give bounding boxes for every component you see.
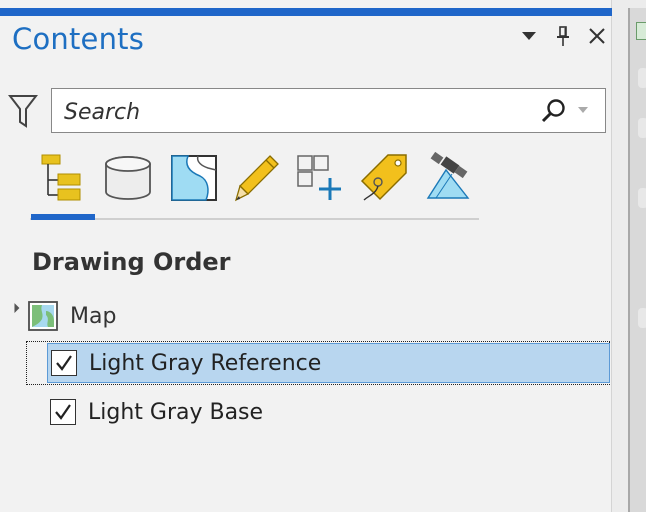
map-view-edge: [612, 0, 646, 512]
tab-bar-divider: [30, 218, 479, 220]
map-icon: [28, 301, 58, 331]
pane-title-controls: [518, 24, 610, 48]
checkmark-icon: [56, 355, 72, 371]
map-feature: [638, 308, 646, 328]
layer-label: Light Gray Base: [88, 400, 264, 425]
map-feature: [638, 118, 646, 138]
layer-visibility-checkbox[interactable]: [50, 399, 76, 425]
tab-list-by-selection[interactable]: [166, 150, 222, 206]
contents-pane: Contents Search Drawing Order Map Light …: [0, 0, 612, 512]
pane-accent-bar: [0, 8, 612, 16]
contents-tab-bar: [30, 150, 480, 220]
list-by-labeling-icon: [360, 154, 407, 201]
list-by-perspective-imagery-icon: [426, 152, 470, 199]
tab-list-by-drawing-order[interactable]: [32, 150, 88, 206]
list-by-drawing-order-icon: [41, 154, 81, 201]
map-expand-toggle-icon[interactable]: [4, 303, 20, 318]
tree-item-map[interactable]: Map: [28, 300, 116, 332]
pin-button[interactable]: [552, 24, 574, 48]
pane-title: Contents: [12, 22, 145, 56]
filter-button[interactable]: [7, 94, 39, 128]
map-feature: [638, 188, 646, 208]
list-by-editing-icon: [234, 155, 279, 202]
section-title: Drawing Order: [32, 248, 231, 276]
list-by-selection-icon: [171, 155, 217, 201]
layer-visibility-checkbox[interactable]: [51, 350, 77, 376]
map-view-partial: [628, 8, 646, 512]
close-icon: [589, 28, 605, 44]
tab-list-by-data-source[interactable]: [100, 150, 156, 206]
pane-options-button[interactable]: [518, 24, 540, 48]
search-options-dropdown[interactable]: [578, 107, 588, 113]
checkmark-icon: [55, 404, 71, 420]
map-tab-icon: [636, 22, 646, 40]
search-input[interactable]: [62, 95, 536, 129]
pin-icon: [557, 26, 569, 46]
dropdown-icon: [522, 32, 536, 40]
tab-list-by-snapping[interactable]: [292, 150, 348, 206]
active-tab-indicator: [31, 214, 95, 220]
layer-row[interactable]: Light Gray Base: [26, 391, 610, 435]
layer-label: Light Gray Reference: [89, 351, 322, 376]
tab-list-by-editing[interactable]: [230, 150, 286, 206]
layer-row[interactable]: Light Gray Reference: [26, 341, 610, 385]
list-by-data-source-icon: [105, 156, 151, 200]
map-label: Map: [70, 303, 117, 329]
search-icon: [541, 99, 565, 123]
filter-icon: [7, 95, 39, 128]
search-box: [51, 88, 606, 133]
search-button[interactable]: [540, 97, 568, 125]
map-feature: [638, 68, 646, 88]
tab-list-by-perspective-imagery[interactable]: [420, 150, 476, 206]
list-by-snapping-icon: [297, 155, 341, 200]
close-button[interactable]: [586, 24, 608, 48]
tab-list-by-labeling[interactable]: [356, 150, 412, 206]
